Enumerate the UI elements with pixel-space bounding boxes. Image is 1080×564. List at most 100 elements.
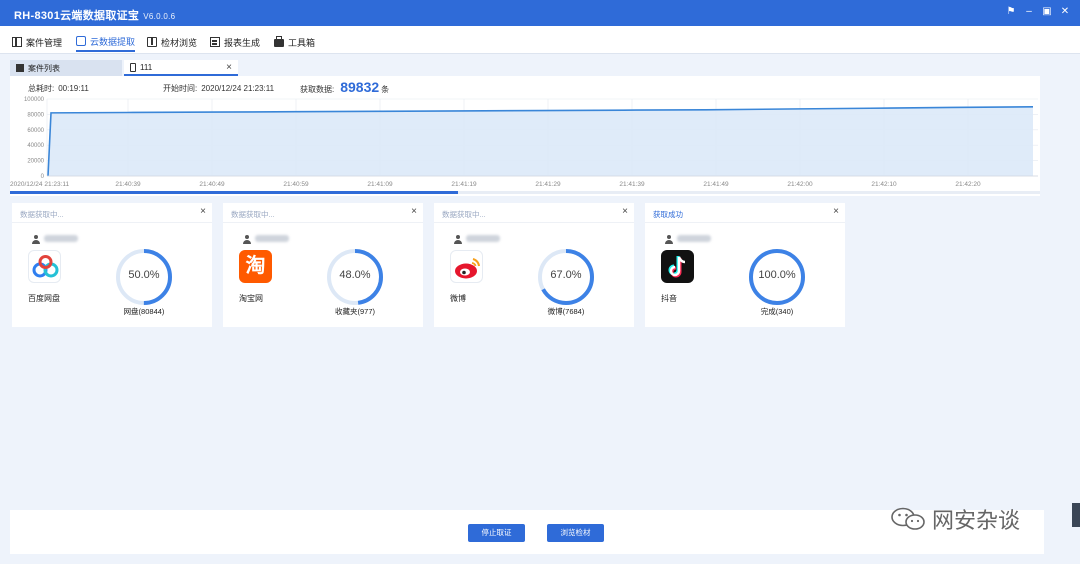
- close-tab-icon[interactable]: ×: [226, 62, 232, 73]
- grid-icon: [12, 37, 22, 47]
- start-time-value: 2020/12/24 21:23:11: [201, 84, 275, 93]
- y-tick-label: 20000: [27, 159, 44, 165]
- card-header: 数据获取中... ×: [223, 203, 423, 223]
- progress-caption: 微博(7684): [547, 307, 585, 316]
- card-status: 数据获取中...: [20, 210, 64, 219]
- progress-caption: 完成(340): [760, 307, 794, 316]
- progress-fill: [10, 191, 459, 194]
- menu-evidence-browse[interactable]: 检材浏览: [147, 32, 197, 52]
- tab-label: 案件列表: [28, 63, 60, 73]
- x-tick-label: 21:42:10: [871, 181, 897, 188]
- menu-label: 案件管理: [26, 37, 63, 48]
- menu-report-generation[interactable]: 报表生成: [210, 32, 260, 52]
- close-card-icon[interactable]: ×: [200, 206, 206, 217]
- elapsed-stat: 总耗时: 00:19:11: [28, 83, 89, 94]
- list-icon: [16, 64, 24, 72]
- data-count-stat: 获取数据: 89832 条: [300, 79, 389, 95]
- x-tick-label: 21:40:49: [199, 181, 225, 188]
- y-tick-label: 100000: [24, 97, 45, 103]
- x-tick-label: 21:41:09: [367, 181, 393, 188]
- phone-icon: [130, 62, 136, 72]
- watermark-text: 网安杂谈: [932, 508, 1021, 533]
- x-tick-label: 21:41:49: [703, 181, 729, 188]
- app-title: RH-8301云端数据取证宝 V6.0.0.6: [14, 7, 175, 23]
- x-tick-label: 21:40:39: [115, 181, 141, 188]
- progress-percent: 67.0%: [550, 269, 582, 281]
- user-icon: [243, 235, 251, 244]
- app-name: 百度网盘: [28, 294, 60, 303]
- pin-icon[interactable]: ⚑: [1004, 5, 1018, 19]
- blurred-account-name: [255, 235, 289, 242]
- title-bar: RH-8301云端数据取证宝 V6.0.0.6 ⚑ – ▣ ✕: [0, 0, 1080, 26]
- x-tick-label: 21:42:00: [787, 181, 813, 188]
- app-title-text: RH-8301云端数据取证宝: [14, 10, 140, 22]
- toolbox-icon: [274, 36, 284, 47]
- blurred-account-name: [466, 235, 500, 242]
- maximize-button[interactable]: ▣: [1040, 5, 1054, 19]
- app-name: 淘宝网: [239, 294, 263, 303]
- data-acquisition-chart: 100000 80000 60000 40000 20000 02020/12/24 21…: [10, 97, 1038, 188]
- browse-evidence-button[interactable]: 浏览检材: [547, 524, 604, 542]
- card-header: 数据获取中... ×: [434, 203, 634, 223]
- extraction-panel: 总耗时: 00:19:11 开始时间: 2020/12/24 21:23:11 获取…: [10, 76, 1040, 196]
- wechat-icon: [891, 507, 925, 530]
- progress-percent: 48.0%: [339, 269, 371, 281]
- y-tick-label: 40000: [27, 143, 44, 149]
- card-header: 获取成功 ×: [645, 203, 845, 223]
- start-time-stat: 开始时间: 2020/12/24 21:23:11: [163, 83, 274, 94]
- source-card-taobao: 数据获取中... × 淘 淘宝网 48.0% 收藏夹(977): [223, 203, 423, 327]
- source-card-weibo: 数据获取中... × 微博 67.0% 微博(7684): [434, 203, 634, 327]
- progress-percent: 50.0%: [128, 269, 160, 281]
- stop-extraction-button[interactable]: 停止取证: [468, 524, 525, 542]
- menu-toolbox[interactable]: 工具箱: [274, 32, 315, 52]
- action-bar: 停止取证 浏览检材: [10, 510, 1044, 554]
- progress-caption: 收藏夹(977): [334, 307, 375, 316]
- x-tick-label: 2020/12/24 21:23:11: [10, 181, 70, 188]
- x-tick-label: 21:41:29: [535, 181, 561, 188]
- user-icon: [454, 235, 462, 244]
- watermark: 网安杂谈: [890, 503, 1020, 535]
- app-name: 微博: [450, 294, 466, 303]
- minimize-button[interactable]: –: [1022, 5, 1036, 19]
- menu-label: 检材浏览: [161, 37, 198, 48]
- user-icon: [32, 235, 40, 244]
- x-tick-label: 21:41:19: [451, 181, 477, 188]
- source-card-baidu: 数据获取中... × 百度网盘 50.0% 网盘(80844): [12, 203, 212, 327]
- menu-bar: 案件管理 云数据提取 检材浏览 报表生成 工具箱: [0, 26, 1080, 54]
- start-time-label: 开始时间:: [163, 84, 198, 93]
- close-card-icon[interactable]: ×: [411, 206, 417, 217]
- progress-caption: 网盘(80844): [123, 307, 165, 316]
- tab-label: 111: [140, 62, 153, 72]
- menu-cloud-extraction[interactable]: 云数据提取: [76, 32, 136, 52]
- x-tick-label: 21:40:59: [283, 181, 309, 188]
- report-icon: [210, 37, 220, 47]
- elapsed-label: 总耗时:: [28, 84, 55, 93]
- y-tick-label: 80000: [27, 112, 44, 118]
- app-version: V6.0.0.6: [143, 12, 176, 21]
- x-tick-label: 21:41:39: [619, 181, 645, 188]
- douyin-logo: [661, 250, 694, 283]
- baidu-netdisk-logo: [28, 250, 61, 283]
- tab-case-list[interactable]: 案件列表: [10, 60, 122, 76]
- book-icon: [147, 37, 157, 47]
- user-icon: [665, 235, 673, 244]
- close-card-icon[interactable]: ×: [833, 206, 839, 217]
- y-tick-label: 0: [41, 174, 45, 180]
- close-window-button[interactable]: ✕: [1058, 5, 1072, 19]
- menu-label: 报表生成: [224, 37, 261, 48]
- card-status: 数据获取中...: [231, 210, 275, 219]
- data-count-unit: 条: [381, 85, 390, 94]
- card-header: 数据获取中... ×: [12, 203, 212, 223]
- side-handle[interactable]: [1072, 503, 1080, 527]
- data-count-value: 89832: [340, 79, 380, 95]
- cloud-icon: [76, 36, 86, 46]
- extraction-progress-bar: [10, 191, 1040, 194]
- close-card-icon[interactable]: ×: [622, 206, 628, 217]
- tab-case-111[interactable]: 111 ×: [124, 60, 238, 76]
- menu-label: 云数据提取: [90, 36, 136, 47]
- elapsed-value: 00:19:11: [58, 84, 89, 93]
- data-count-label: 获取数据:: [300, 85, 335, 94]
- menu-case-management[interactable]: 案件管理: [12, 32, 62, 52]
- progress-percent: 100.0%: [758, 269, 796, 281]
- blurred-account-name: [677, 235, 711, 242]
